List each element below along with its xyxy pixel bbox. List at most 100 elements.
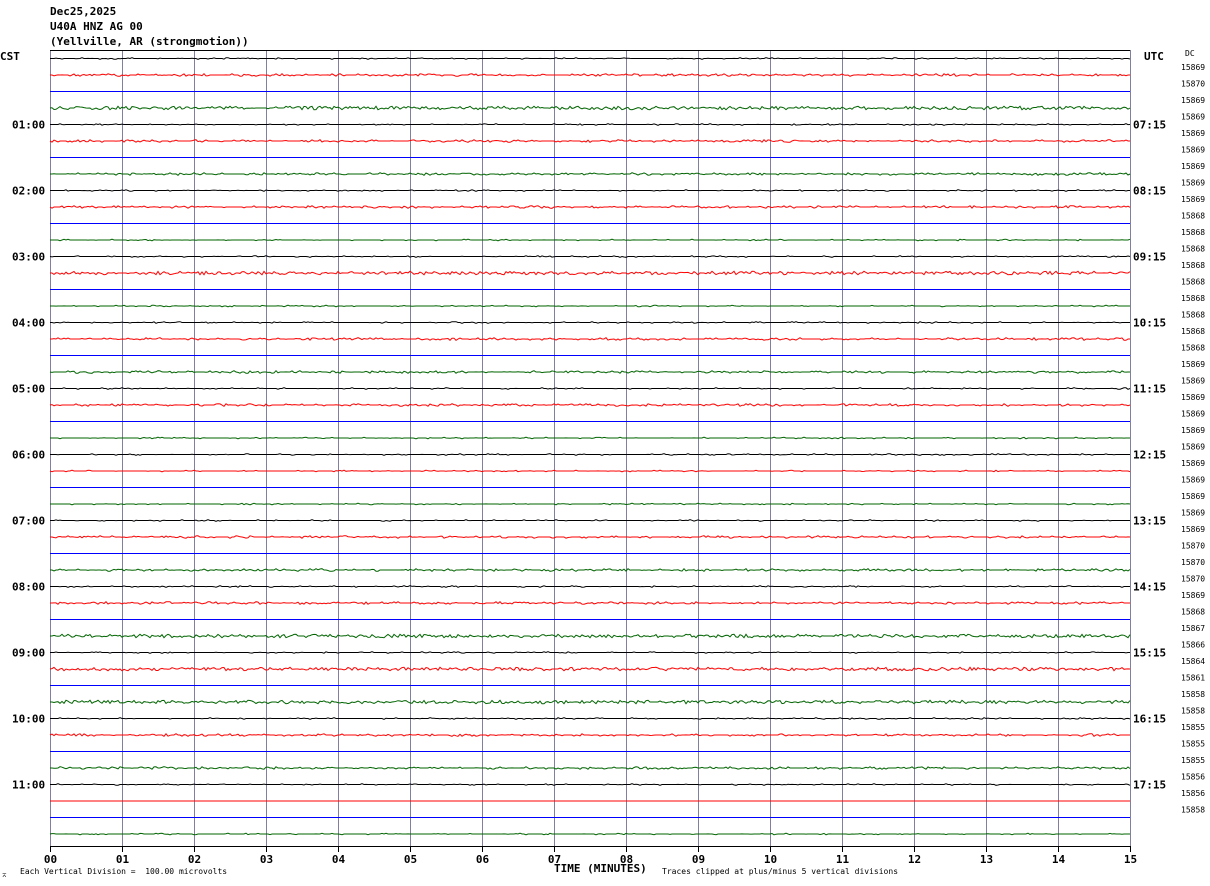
seismic-trace — [50, 585, 1130, 588]
dc-value-label: 15869 — [1181, 409, 1205, 418]
dc-value-label: 15869 — [1181, 492, 1205, 501]
dc-value-label: 15856 — [1181, 772, 1205, 781]
x-tick-label: 11 — [836, 853, 850, 866]
seismic-trace — [50, 453, 1130, 456]
seismic-trace — [50, 238, 1131, 242]
left-hour-label: 09:00 — [12, 647, 45, 660]
dc-value-label: 15864 — [1181, 657, 1205, 666]
dc-value-label: 15869 — [1181, 63, 1205, 72]
left-hour-label: 05:00 — [12, 383, 45, 396]
dc-value-label: 15869 — [1181, 459, 1205, 468]
left-hour-label: 04:00 — [12, 317, 45, 330]
seismic-trace — [49, 832, 1130, 836]
seismic-trace — [50, 600, 1130, 605]
dc-value-label: 15869 — [1181, 360, 1205, 369]
seismic-trace — [49, 469, 1131, 473]
dc-value-label: 15869 — [1181, 591, 1205, 600]
left-hour-label: 03:00 — [12, 251, 45, 264]
dc-value-label: 15855 — [1181, 723, 1205, 732]
dc-value-label: 15858 — [1181, 805, 1205, 814]
dc-value-label: 15869 — [1181, 112, 1205, 121]
dc-value-label: 15869 — [1181, 442, 1205, 451]
seismic-trace — [50, 72, 1130, 77]
x-tick-label: 09 — [692, 853, 705, 866]
x-tick-label: 02 — [188, 853, 201, 866]
left-hour-label: 06:00 — [12, 449, 45, 462]
dc-value-label: 15868 — [1181, 261, 1205, 270]
seismic-trace — [50, 633, 1131, 639]
seismic-trace — [49, 255, 1131, 258]
dc-value-label: 15869 — [1181, 96, 1205, 105]
dc-value-label: 15868 — [1181, 277, 1205, 286]
seismic-trace — [49, 369, 1130, 374]
seismic-trace — [50, 387, 1131, 390]
dc-value-label: 15868 — [1181, 343, 1205, 352]
left-hour-label: 01:00 — [12, 119, 45, 132]
left-hour-label: 08:00 — [12, 581, 45, 594]
dc-value-label: 15868 — [1181, 294, 1205, 303]
dc-value-label: 15870 — [1181, 541, 1205, 550]
right-hour-label: 16:15 — [1133, 713, 1166, 726]
x-tick-label: 03 — [260, 853, 273, 866]
dc-value-label: 15858 — [1181, 706, 1205, 715]
x-axis-label: TIME (MINUTES) — [554, 862, 647, 875]
dc-value-label: 15869 — [1181, 426, 1205, 435]
dc-value-label: 15866 — [1181, 640, 1205, 649]
seismic-trace — [50, 321, 1130, 324]
x-tick-label: 00 — [44, 853, 57, 866]
x-tick-label: 04 — [332, 853, 346, 866]
x-tick-label: 05 — [404, 853, 417, 866]
seismogram-plot: 01:00 02:00 03:00 04:00 05:00 06:00 07:00 08:00… — [12, 50, 1205, 866]
seismic-trace — [50, 436, 1130, 440]
seismic-trace — [49, 403, 1131, 407]
right-hour-label: 08:15 — [1133, 185, 1166, 198]
left-hour-label: 10:00 — [12, 713, 45, 726]
seismic-trace — [50, 717, 1131, 720]
x-tick-label: 15 — [1124, 853, 1137, 866]
dc-value-label: 15861 — [1181, 673, 1205, 682]
dc-value-label: 15855 — [1181, 739, 1205, 748]
dc-value-label: 15855 — [1181, 756, 1205, 765]
dc-value-label: 15870 — [1181, 79, 1205, 88]
right-hour-label: 07:15 — [1133, 119, 1166, 132]
dc-value-label: 15868 — [1181, 310, 1205, 319]
seismic-trace — [50, 189, 1130, 192]
dc-value-label: 15868 — [1181, 244, 1205, 253]
dc-value-label: 15869 — [1181, 129, 1205, 138]
dc-value-label: 15869 — [1181, 475, 1205, 484]
right-hour-label: 13:15 — [1133, 515, 1166, 528]
dc-value-label: 15869 — [1181, 508, 1205, 517]
right-hour-label: 11:15 — [1133, 383, 1166, 396]
dc-value-label: 15869 — [1181, 145, 1205, 154]
seismic-trace — [50, 270, 1131, 276]
left-hour-label: 11:00 — [12, 779, 45, 792]
seismic-trace — [50, 502, 1131, 506]
seismic-trace — [49, 138, 1130, 143]
x-tick-label: 01 — [116, 853, 130, 866]
dc-value-label: 15869 — [1181, 178, 1205, 187]
dc-value-label: 15869 — [1181, 525, 1205, 534]
dc-value-label: 15867 — [1181, 624, 1205, 633]
dc-value-label: 15868 — [1181, 228, 1205, 237]
right-hour-label: 10:15 — [1133, 317, 1166, 330]
seismic-trace — [50, 783, 1131, 786]
dc-value-label: 15858 — [1181, 690, 1205, 699]
right-hour-label: 14:15 — [1133, 581, 1166, 594]
seismic-trace — [50, 651, 1130, 654]
clip-note: Traces clipped at plus/minus 5 vertical … — [662, 867, 899, 876]
right-hour-label: 17:15 — [1133, 779, 1166, 792]
dc-value-label: 15870 — [1181, 574, 1205, 583]
dc-value-label: 15869 — [1181, 393, 1205, 402]
left-hour-label: 07:00 — [12, 515, 45, 528]
dc-value-label: 15870 — [1181, 558, 1205, 567]
seismic-trace — [50, 766, 1131, 770]
seismic-trace — [50, 123, 1131, 126]
dc-value-label: 15868 — [1181, 211, 1205, 220]
scale-note: Each Vertical Division = 100.00 microvol… — [20, 867, 228, 876]
seismic-trace — [49, 666, 1131, 672]
x-tick-label: 06 — [476, 853, 490, 866]
right-hour-label: 09:15 — [1133, 251, 1166, 264]
dc-value-label: 15868 — [1181, 327, 1205, 336]
dc-value-label: 15869 — [1181, 195, 1205, 204]
corner-mark-icon: ⌅ — [2, 870, 7, 879]
